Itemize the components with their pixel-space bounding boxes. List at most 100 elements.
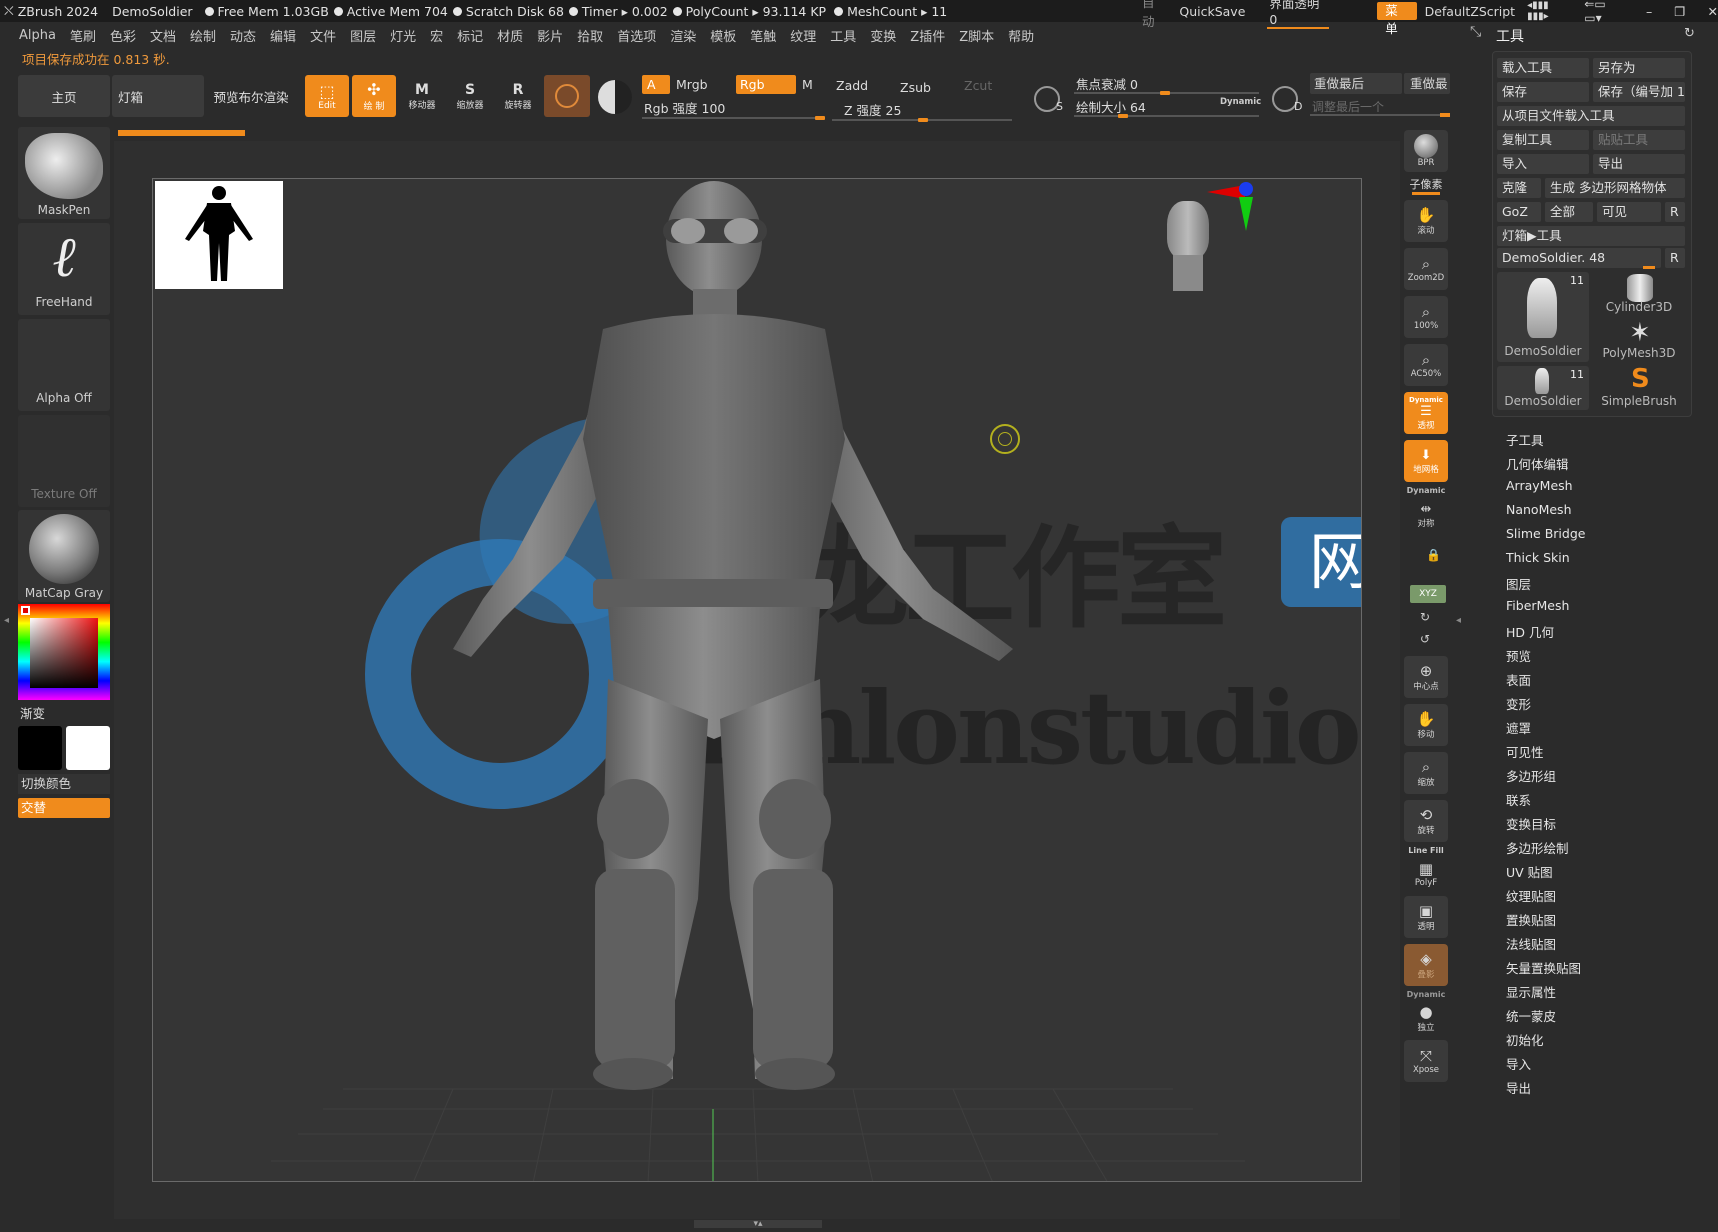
subpixel-slider[interactable] [1412, 192, 1440, 195]
menu-item[interactable]: 标记 [457, 26, 483, 45]
solo-dynamic-label[interactable]: Dynamic [1404, 990, 1448, 999]
subpalette-surface[interactable]: 表面 [1506, 670, 1531, 689]
gradient-label[interactable]: 渐变 [20, 703, 45, 722]
subpalette-hd-geometry[interactable]: HD 几何 [1506, 622, 1554, 641]
stroke-button[interactable]: ℓ FreeHand [18, 223, 110, 315]
subpalette-import[interactable]: 导入 [1506, 1054, 1531, 1073]
subpalette-polypaint[interactable]: 多边形绘制 [1506, 838, 1569, 857]
subpalette-morph-target[interactable]: 变换目标 [1506, 814, 1556, 833]
goz-r-button[interactable]: R [1665, 202, 1685, 222]
subpalette-slime-bridge[interactable]: Slime Bridge [1506, 526, 1585, 541]
subpixel-label[interactable]: 子像素 [1404, 176, 1448, 192]
demosoldier-model[interactable] [153, 179, 1362, 1182]
subpalette-uv-map[interactable]: UV 贴图 [1506, 862, 1553, 881]
import-button[interactable]: 导入 [1497, 154, 1589, 174]
rotate-y-icon[interactable]: ↻ [1420, 610, 1430, 624]
menu-item[interactable]: 拾取 [577, 26, 603, 45]
actual-size-button[interactable]: ⌕ 100% [1404, 296, 1448, 338]
antialias-half-button[interactable]: ⌕ AC50% [1404, 344, 1448, 386]
make-polymesh-button[interactable]: 生成 多边形网格物体 [1545, 178, 1685, 198]
current-tool-r-button[interactable]: R [1665, 248, 1685, 268]
subpalette-thick-skin[interactable]: Thick Skin [1506, 550, 1570, 565]
paste-tool-button[interactable]: 贴贴工具 [1593, 130, 1685, 150]
menu-item[interactable]: 动态 [230, 26, 256, 45]
document-canvas[interactable]: 路龙工作室 网站 lenlonstudio.com [152, 178, 1362, 1182]
palette-reset-icon[interactable]: ↻ [1684, 26, 1695, 41]
save-as-button[interactable]: 另存为 [1593, 58, 1685, 78]
tool-thumb-polymesh3d[interactable]: ✶ PolyMesh3D [1593, 318, 1685, 362]
goz-all-button[interactable]: 全部 [1545, 202, 1593, 222]
subpalette-arraymesh[interactable]: ArrayMesh [1506, 478, 1573, 493]
z-intensity-knob[interactable] [918, 118, 928, 122]
menu-item[interactable]: 变换 [870, 26, 896, 45]
menu-item[interactable]: 材质 [497, 26, 523, 45]
material-button[interactable] [544, 75, 590, 117]
quicksave-button[interactable]: QuickSave [1179, 4, 1245, 19]
menu-item[interactable]: Z脚本 [959, 26, 994, 45]
export-button[interactable]: 导出 [1593, 154, 1685, 174]
subpalette-unified-skin[interactable]: 统一蒙皮 [1506, 1006, 1556, 1025]
subpalette-geometry[interactable]: 几何体编辑 [1506, 454, 1569, 473]
scale-mode-button[interactable]: S 缩放器 [448, 75, 492, 117]
xpose-button[interactable]: ⤧ Xpose [1404, 1040, 1448, 1082]
menu-item[interactable]: 文件 [310, 26, 336, 45]
zcut-toggle[interactable]: Zcut [964, 76, 992, 95]
floor-grid-button[interactable]: ⬇ 地网格 [1404, 440, 1448, 482]
copy-tool-button[interactable]: 复制工具 [1497, 130, 1589, 150]
lightbox-button[interactable]: 灯箱 [112, 75, 204, 117]
interface-arrange-icon[interactable]: ◂▮▮▮ ▮▮▮▸ [1527, 0, 1570, 22]
texture-button[interactable]: Texture Off [18, 415, 110, 507]
subpalette-masking[interactable]: 遮罩 [1506, 718, 1531, 737]
ghost-button[interactable]: ◈ 叠影 [1404, 944, 1448, 986]
a-toggle[interactable]: A [642, 75, 670, 94]
brush-button[interactable]: MaskPen [18, 127, 110, 219]
perspective-button[interactable]: Dynamic ☰ 透视 [1404, 392, 1448, 434]
restore-icon[interactable]: ❐ [1674, 4, 1685, 19]
color-swatch-icon[interactable] [598, 80, 632, 114]
m-toggle[interactable]: M [802, 75, 813, 94]
subpalette-preview[interactable]: 预览 [1506, 646, 1531, 665]
collapse-left-icon[interactable]: ◂ [4, 615, 9, 626]
draw-size-track[interactable] [1074, 115, 1259, 117]
subpalette-deformation[interactable]: 变形 [1506, 694, 1531, 713]
xyz-button[interactable]: XYZ [1410, 585, 1446, 603]
subpalette-nanomesh[interactable]: NanoMesh [1506, 502, 1572, 517]
subpalette-normal-map[interactable]: 法线贴图 [1506, 934, 1556, 953]
adjust-last-track[interactable] [1310, 114, 1450, 116]
save-increment-button[interactable]: 保存（编号加 1） [1593, 82, 1685, 102]
tool-thumb-simplebrush[interactable]: S SimpleBrush [1593, 364, 1685, 410]
menu-item[interactable]: 宏 [430, 26, 443, 45]
menu-item[interactable]: 纹理 [790, 26, 816, 45]
tool-palette-title[interactable]: 工具 [1496, 26, 1524, 46]
menu-item[interactable]: 渲染 [670, 26, 696, 45]
load-tool-button[interactable]: 载入工具 [1497, 58, 1589, 78]
goz-button[interactable]: GoZ [1497, 202, 1541, 222]
collapse-right-icon[interactable]: ◂ [1456, 615, 1461, 626]
rotate-mode-button[interactable]: R 旋转器 [496, 75, 540, 117]
z-intensity-slider[interactable]: Z 强度 25 [844, 101, 901, 120]
menu-toggle-button[interactable]: 菜单 [1377, 2, 1417, 36]
layout-icon[interactable]: ⇐▭ ▭▾ [1584, 0, 1624, 25]
rgb-intensity-slider[interactable]: Rgb 强度 100 [644, 99, 725, 118]
rotate-z-icon[interactable]: ↺ [1420, 632, 1430, 646]
zoom-view-button[interactable]: ⌕ 缩放 [1404, 752, 1448, 794]
adjust-last-label[interactable]: 调整最后一个 [1312, 98, 1384, 115]
subpalette-displacement-map[interactable]: 置换贴图 [1506, 910, 1556, 929]
menu-item[interactable]: 笔触 [750, 26, 776, 45]
menu-item[interactable]: 首选项 [617, 26, 656, 45]
symmetry-dynamic-label[interactable]: Dynamic [1404, 486, 1448, 495]
tool-thumb-demosoldier-2[interactable]: 11 DemoSoldier [1497, 366, 1589, 410]
menu-item[interactable]: 模板 [710, 26, 736, 45]
home-button[interactable]: 主页 [18, 75, 110, 117]
subpalette-fibermesh[interactable]: FiberMesh [1506, 598, 1569, 613]
current-tool-slider[interactable]: DemoSoldier. 48 [1497, 248, 1661, 268]
menu-item[interactable]: 图层 [350, 26, 376, 45]
color-sv-square[interactable] [30, 618, 98, 688]
zadd-toggle[interactable]: Zadd [836, 76, 868, 95]
menu-item[interactable]: 色彩 [110, 26, 136, 45]
zoom2d-button[interactable]: ⌕ Zoom2D [1404, 248, 1448, 290]
linefill-label[interactable]: Line Fill [1404, 846, 1448, 855]
zscript-button[interactable]: DefaultZScript [1425, 4, 1516, 19]
solo-button[interactable]: ● 独立 [1404, 1000, 1448, 1036]
menu-item[interactable]: 编辑 [270, 26, 296, 45]
